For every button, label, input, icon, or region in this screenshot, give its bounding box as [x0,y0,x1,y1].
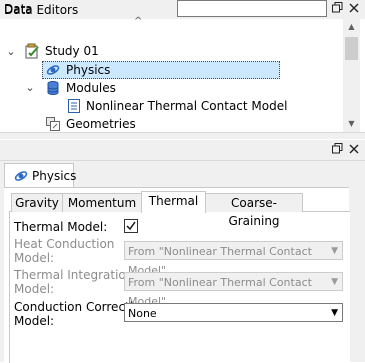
editors-panel-title: Data Editors [4,3,79,17]
chevron-down-icon: ▼ [331,308,338,318]
chevron-down-icon: ▼ [331,277,338,287]
data-search-box[interactable] [177,0,327,17]
editors-restore-button[interactable] [330,143,344,157]
data-panel-restore-button[interactable] [330,2,344,16]
scroll-up-icon[interactable]: ▲ [343,22,360,31]
editors-panel-header [0,140,365,161]
editors-scrollbar[interactable] [350,187,365,362]
restore-window-icon [331,143,342,154]
tree-item-geometries[interactable]: Geometries [66,115,136,133]
physics-icon [45,62,61,78]
heat-conduction-label: Heat Conduction Model: [14,237,114,265]
geometries-icon [45,116,61,132]
thermal-integration-select: From "Nonlinear Thermal Contact Model" ▼ [124,272,343,308]
close-icon [349,144,359,154]
modules-expander-icon[interactable]: ⌄ [24,81,36,94]
thermal-model-checkbox[interactable] [124,219,138,233]
tab-physics-label: Physics [32,169,77,183]
scroll-down-icon[interactable]: ▼ [343,119,360,128]
panel-splitter[interactable] [0,132,365,139]
tab-thermal[interactable]: Thermal [141,191,206,213]
editors-close-button[interactable] [347,143,361,157]
data-search-input[interactable] [178,2,324,16]
tree-scrollbar-thumb[interactable] [345,37,358,60]
document-icon [66,98,82,114]
collapse-caret-icon[interactable]: ^ [134,16,142,27]
restore-window-icon [331,2,342,13]
conduction-correction-select[interactable]: None ▼ [124,303,343,322]
study-expander-icon[interactable]: ⌄ [5,45,17,58]
tree-item-model[interactable]: Nonlinear Thermal Contact Model [86,97,287,115]
chevron-down-icon: ▼ [331,246,338,256]
heat-conduction-label-line2: Model: [14,251,55,265]
heat-conduction-select: From "Nonlinear Thermal Contact Model" ▼ [124,241,343,277]
thermal-model-label: Thermal Model: [14,220,108,234]
tab-momentum[interactable]: Momentum [62,193,142,212]
tree-item-study[interactable]: Study 01 [45,42,99,60]
study-icon [24,43,40,59]
tree-scrollbar[interactable] [343,19,360,132]
thermal-integration-label-line1: Thermal Integration [14,268,134,282]
conduction-correction-value: None [128,307,157,320]
tab-physics[interactable]: Physics [4,163,77,188]
thermal-integration-label-line2: Model: [14,282,55,296]
close-icon [349,3,359,13]
checkmark-icon [126,221,136,231]
tree-item-modules[interactable]: Modules [66,79,116,97]
thermal-integration-label: Thermal Integration Model: [14,268,133,296]
tab-gravity[interactable]: Gravity [11,193,63,212]
data-panel-close-button[interactable] [347,2,361,16]
heat-conduction-label-line1: Heat Conduction [14,237,115,251]
database-icon [45,80,61,96]
physics-icon [14,171,28,181]
tab-coarse-graining[interactable]: Coarse-Graining [205,193,303,228]
tree-item-physics[interactable]: Physics [66,61,110,79]
